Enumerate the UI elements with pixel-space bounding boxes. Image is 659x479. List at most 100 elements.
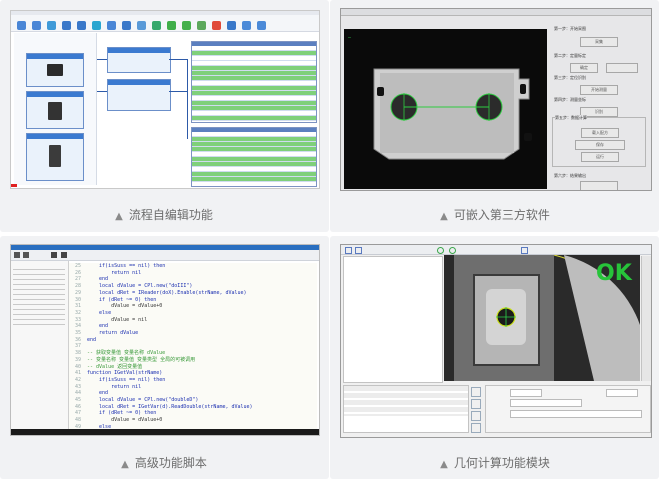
save-button[interactable]: 保存 <box>575 140 625 150</box>
toolbar-icon-help[interactable] <box>257 21 266 30</box>
step-label-4: 第四步：测量坐标 <box>554 97 586 102</box>
flow-block-2[interactable] <box>107 79 171 111</box>
toolbar-icon-edit[interactable] <box>62 21 71 30</box>
toolbar-icon-save[interactable] <box>32 21 41 30</box>
tool-icon-measure[interactable] <box>521 247 528 254</box>
toolbar-icon-copy[interactable] <box>77 21 86 30</box>
code-text: -- 获取变量值 变量名称 dValue <box>87 350 166 357</box>
variable-list[interactable] <box>11 261 69 429</box>
nav-add-button[interactable] <box>471 399 481 409</box>
line-number: 40 <box>74 363 81 370</box>
device-node-1[interactable] <box>26 53 84 87</box>
device-panel <box>14 33 97 185</box>
device-node-3[interactable] <box>26 133 84 181</box>
toolbar-icon-open[interactable] <box>17 21 26 30</box>
result-table-lines <box>344 386 468 416</box>
code-line: 48 dValue = dValue+0 <box>69 417 317 424</box>
property-field-4[interactable] <box>510 410 642 418</box>
new-file-icon[interactable] <box>14 252 20 258</box>
caption-advanced-script: ▲ 高级功能脚本 <box>4 454 324 471</box>
code-line: 44 end <box>69 390 317 397</box>
run-icon[interactable] <box>51 252 57 258</box>
toolbar-icon-alarm[interactable] <box>212 21 221 30</box>
device-node-2[interactable] <box>26 91 84 129</box>
nav-delete-button[interactable] <box>471 411 481 421</box>
part-image: — <box>348 35 532 160</box>
nav-down-button[interactable] <box>471 423 481 433</box>
code-line: 38 -- 获取变量值 变量名称 dValue <box>69 350 317 357</box>
code-text: if(isSuss == nil) then <box>87 263 166 269</box>
code-text: -- 变量名称 变量值 变量类型 全局的可被调用 <box>87 356 196 363</box>
run-button[interactable]: 运行 <box>581 152 619 162</box>
stop-icon[interactable] <box>61 252 67 258</box>
code-text: if (dRet ~= 0) then <box>87 296 157 303</box>
tool-icon-line[interactable] <box>355 247 362 254</box>
load-recipe-button[interactable]: 载入配方 <box>581 128 619 138</box>
open-file-icon[interactable] <box>23 252 29 258</box>
toolbar-icon-check[interactable] <box>182 21 191 30</box>
step-label-1: 第一步：开始采图 <box>554 26 586 31</box>
toolbar-icon-user[interactable] <box>242 21 251 30</box>
code-text: local dValue = CPl.new("doIII") <box>87 283 193 290</box>
line-number: 29 <box>74 289 81 296</box>
calibrate-button[interactable]: 确定 <box>570 63 598 73</box>
group-box: 第五步：数据计算 载入配方 保存 运行 <box>552 115 646 167</box>
caption-flow-editor-text: 流程自编辑功能 <box>128 208 213 222</box>
code-text: end <box>87 336 97 343</box>
connector-5 <box>187 59 188 139</box>
property-field-2[interactable] <box>606 389 638 397</box>
property-field-1[interactable] <box>510 389 542 397</box>
caption-geometry: ▲ 几何计算功能模块 <box>335 454 655 471</box>
code-text: -- dValue 返回变量值 <box>87 363 143 370</box>
toolbar-icon-stop[interactable] <box>107 21 116 30</box>
caption-triangle-icon: ▲ <box>440 459 448 470</box>
line-number: 35 <box>74 330 81 337</box>
line-number: 27 <box>74 276 81 283</box>
code-text: return dValue <box>87 330 139 337</box>
code-line: 39 -- 变量名称 变量值 变量类型 全局的可被调用 <box>69 357 317 364</box>
toolbar-icon-step[interactable] <box>122 21 131 30</box>
caption-triangle-icon: ▲ <box>440 211 448 222</box>
connector-4 <box>169 91 187 92</box>
tool-icon-arc[interactable] <box>449 247 456 254</box>
code-text: end <box>87 276 109 283</box>
step-label-6: 第六步：结果输出 <box>554 173 586 178</box>
screenshot-script-editor: 25 if(isSuss == nil) then 26 return nil 27… <box>10 244 320 436</box>
code-line: 40 -- dValue 返回变量值 <box>69 364 317 371</box>
property-field-3[interactable] <box>510 399 582 407</box>
output-button[interactable] <box>580 181 618 190</box>
status-indicator <box>11 184 17 187</box>
capture-button[interactable]: 采集 <box>580 37 618 47</box>
flow-block-1[interactable] <box>107 47 171 73</box>
calibrate-button-2[interactable] <box>606 63 638 73</box>
toolbar-icon-run[interactable] <box>92 21 101 30</box>
toolbar-icon-camera[interactable] <box>137 21 146 30</box>
code-editor[interactable]: 25 if(isSuss == nil) then 26 return nil 27… <box>69 263 317 431</box>
code-line: 35 return dValue <box>69 330 317 337</box>
line-number: 42 <box>74 376 81 383</box>
property-panel[interactable] <box>485 385 651 433</box>
toolbar-icon-tool[interactable] <box>197 21 206 30</box>
code-line: 42 if(isSuss == nil) then <box>69 377 317 384</box>
toolbar-icon-new[interactable] <box>47 21 56 30</box>
line-number: 39 <box>74 356 81 363</box>
toolbar-icon-flag[interactable] <box>167 21 176 30</box>
tool-icon-pointer[interactable] <box>345 247 352 254</box>
line-number: 38 <box>74 350 81 357</box>
code-line: 26 return nil <box>69 270 317 277</box>
window-title-bar <box>341 9 651 16</box>
data-grid-2[interactable] <box>191 127 317 187</box>
result-table[interactable] <box>343 385 469 433</box>
right-tool-column <box>641 256 651 381</box>
data-grid-1[interactable] <box>191 41 317 123</box>
nav-up-button[interactable] <box>471 387 481 397</box>
tool-icon-circle[interactable] <box>437 247 444 254</box>
tree-panel[interactable] <box>343 256 443 383</box>
code-line: 36 end <box>69 337 317 344</box>
measure-button[interactable]: 开始测量 <box>580 85 618 95</box>
toolbar-icon-image[interactable] <box>152 21 161 30</box>
line-number: 37 <box>74 343 81 350</box>
code-text: return nil <box>87 383 142 390</box>
toolbar-icon-config[interactable] <box>227 21 236 30</box>
caption-triangle-icon: ▲ <box>115 211 123 222</box>
